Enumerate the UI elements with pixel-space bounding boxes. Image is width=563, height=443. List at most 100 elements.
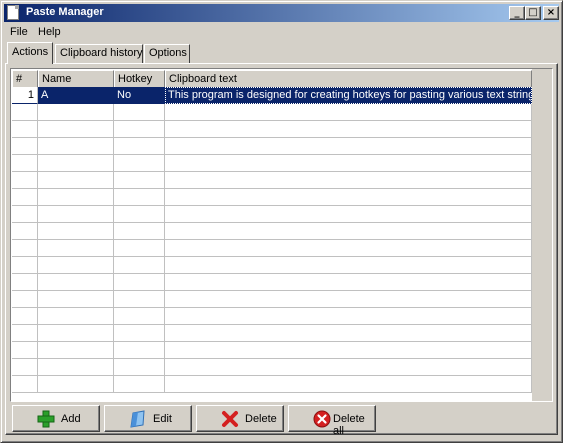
grid-header-row: # Name Hotkey Clipboard text: [12, 70, 532, 88]
empty-cell: [165, 104, 532, 121]
empty-cell: [114, 274, 165, 291]
empty-cell: [38, 376, 114, 393]
column-header-number[interactable]: #: [12, 70, 38, 88]
row-hotkey[interactable]: No: [114, 87, 165, 104]
empty-cell: [12, 189, 38, 206]
delete-icon: [222, 411, 238, 427]
empty-cell: [12, 121, 38, 138]
empty-cell: [12, 257, 38, 274]
row-clipboard-text[interactable]: This program is designed for creating ho…: [165, 87, 532, 104]
empty-cell: [38, 121, 114, 138]
menu-bar: File Help: [4, 23, 559, 42]
empty-cell: [38, 104, 114, 121]
empty-row: [12, 155, 532, 172]
column-header-hotkey[interactable]: Hotkey: [114, 70, 165, 88]
empty-cell: [114, 308, 165, 325]
tab-clipboard-history[interactable]: Clipboard history: [55, 44, 143, 63]
empty-cell: [114, 342, 165, 359]
delete-button[interactable]: Delete: [196, 405, 284, 432]
empty-cell: [114, 104, 165, 121]
empty-row: [12, 138, 532, 155]
tab-actions[interactable]: Actions: [7, 42, 53, 64]
empty-cell: [114, 223, 165, 240]
empty-row: [12, 308, 532, 325]
edit-button[interactable]: Edit: [104, 405, 192, 432]
empty-cell: [12, 240, 38, 257]
empty-cell: [114, 325, 165, 342]
column-header-name[interactable]: Name: [38, 70, 114, 88]
delete-all-button-label: Delete all: [333, 413, 365, 437]
empty-cell: [12, 376, 38, 393]
tab-options[interactable]: Options: [144, 44, 190, 63]
empty-cell: [165, 172, 532, 189]
empty-cell: [38, 257, 114, 274]
empty-cell: [12, 291, 38, 308]
empty-cell: [114, 138, 165, 155]
empty-cell: [165, 291, 532, 308]
row-name[interactable]: A: [38, 87, 114, 104]
empty-cell: [12, 274, 38, 291]
empty-row: [12, 257, 532, 274]
empty-cell: [114, 257, 165, 274]
minimize-button[interactable]: _: [509, 6, 525, 20]
empty-row: [12, 189, 532, 206]
table-row[interactable]: 1 A No This program is designed for crea…: [12, 87, 532, 104]
empty-row: [12, 376, 532, 393]
column-header-clipboard-text[interactable]: Clipboard text: [165, 70, 532, 88]
close-button[interactable]: ×: [543, 6, 559, 20]
empty-cell: [38, 325, 114, 342]
empty-cell: [38, 206, 114, 223]
add-icon: [37, 410, 55, 428]
tab-strip: Actions Clipboard history Options: [7, 42, 557, 64]
app-icon: [7, 5, 19, 20]
empty-row: [12, 274, 532, 291]
empty-row: [12, 359, 532, 376]
empty-cell: [165, 240, 532, 257]
vertical-scroll-area: [532, 69, 552, 401]
add-button-label: Add: [61, 413, 81, 425]
empty-row: [12, 223, 532, 240]
empty-cell: [114, 240, 165, 257]
delete-button-label: Delete: [245, 413, 277, 425]
empty-cell: [114, 359, 165, 376]
maximize-button[interactable]: □: [525, 6, 541, 20]
delete-all-button[interactable]: Delete all: [288, 405, 376, 437]
empty-cell: [12, 104, 38, 121]
empty-cell: [12, 342, 38, 359]
title-bar[interactable]: Paste Manager _ □ ×: [4, 4, 559, 22]
menu-help[interactable]: Help: [38, 26, 61, 38]
empty-cell: [38, 291, 114, 308]
empty-cell: [165, 308, 532, 325]
empty-row: [12, 291, 532, 308]
grid-body: # Name Hotkey Clipboard text 1 A No This…: [12, 70, 532, 393]
empty-cell: [12, 155, 38, 172]
empty-cell: [114, 155, 165, 172]
empty-row: [12, 240, 532, 257]
menu-file[interactable]: File: [10, 26, 28, 38]
row-number: 1: [12, 87, 38, 104]
empty-cell: [38, 223, 114, 240]
empty-cell: [38, 189, 114, 206]
empty-cell: [114, 291, 165, 308]
empty-cell: [165, 138, 532, 155]
empty-cell: [165, 189, 532, 206]
empty-row: [12, 104, 532, 121]
actions-panel: # Name Hotkey Clipboard text 1 A No This…: [5, 63, 558, 437]
empty-cell: [114, 206, 165, 223]
empty-cell: [114, 189, 165, 206]
empty-row: [12, 121, 532, 138]
empty-cell: [114, 376, 165, 393]
action-buttons: Add Edit Delete Delete all: [10, 405, 555, 437]
empty-row: [12, 342, 532, 359]
add-button[interactable]: Add: [12, 405, 100, 432]
empty-cell: [12, 308, 38, 325]
empty-cell: [165, 121, 532, 138]
empty-cell: [165, 206, 532, 223]
window-title: Paste Manager: [26, 6, 104, 18]
empty-cell: [114, 121, 165, 138]
empty-cell: [12, 359, 38, 376]
empty-cell: [12, 223, 38, 240]
empty-cell: [165, 223, 532, 240]
empty-cell: [12, 138, 38, 155]
empty-cell: [165, 274, 532, 291]
